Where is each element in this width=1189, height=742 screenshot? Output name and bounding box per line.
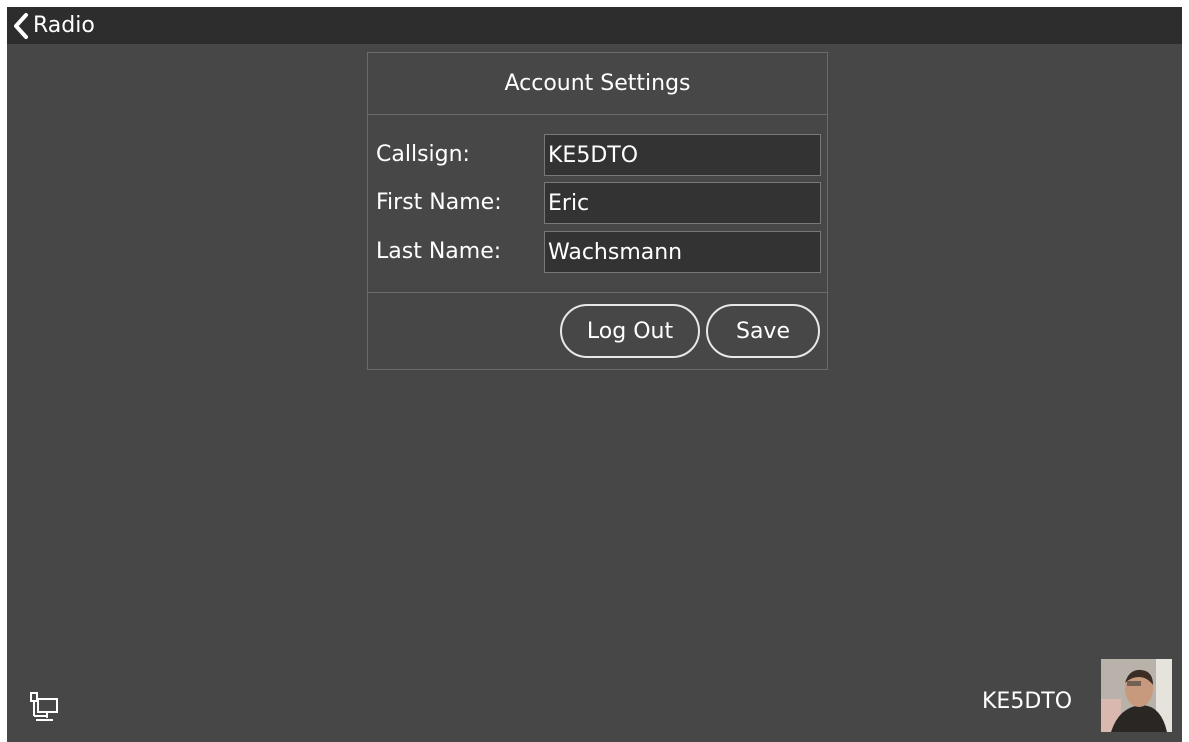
log-out-button[interactable]: Log Out bbox=[560, 304, 700, 358]
chevron-left-icon bbox=[11, 12, 31, 40]
back-label: Radio bbox=[33, 13, 95, 38]
network-computer-icon[interactable] bbox=[26, 691, 60, 729]
back-button[interactable]: Radio bbox=[11, 7, 95, 44]
callsign-field[interactable] bbox=[544, 134, 821, 176]
account-settings-panel: Account Settings Callsign: First Name: L… bbox=[367, 52, 828, 370]
panel-actions: Log Out Save bbox=[368, 293, 827, 369]
last-name-row: Last Name: bbox=[368, 231, 829, 273]
last-name-label: Last Name: bbox=[376, 239, 502, 264]
panel-title: Account Settings bbox=[368, 53, 827, 115]
user-avatar[interactable] bbox=[1101, 659, 1172, 732]
first-name-row: First Name: bbox=[368, 182, 829, 224]
callsign-row: Callsign: bbox=[368, 134, 829, 176]
user-callsign: KE5DTO bbox=[982, 689, 1073, 714]
first-name-field[interactable] bbox=[544, 182, 821, 224]
last-name-field[interactable] bbox=[544, 231, 821, 273]
callsign-label: Callsign: bbox=[376, 142, 470, 167]
app-window: Radio Account Settings Callsign: First N… bbox=[7, 7, 1182, 742]
save-button[interactable]: Save bbox=[706, 304, 820, 358]
top-bar: Radio bbox=[7, 7, 1182, 44]
account-fields: Callsign: First Name: Last Name: bbox=[368, 115, 827, 293]
first-name-label: First Name: bbox=[376, 190, 502, 215]
